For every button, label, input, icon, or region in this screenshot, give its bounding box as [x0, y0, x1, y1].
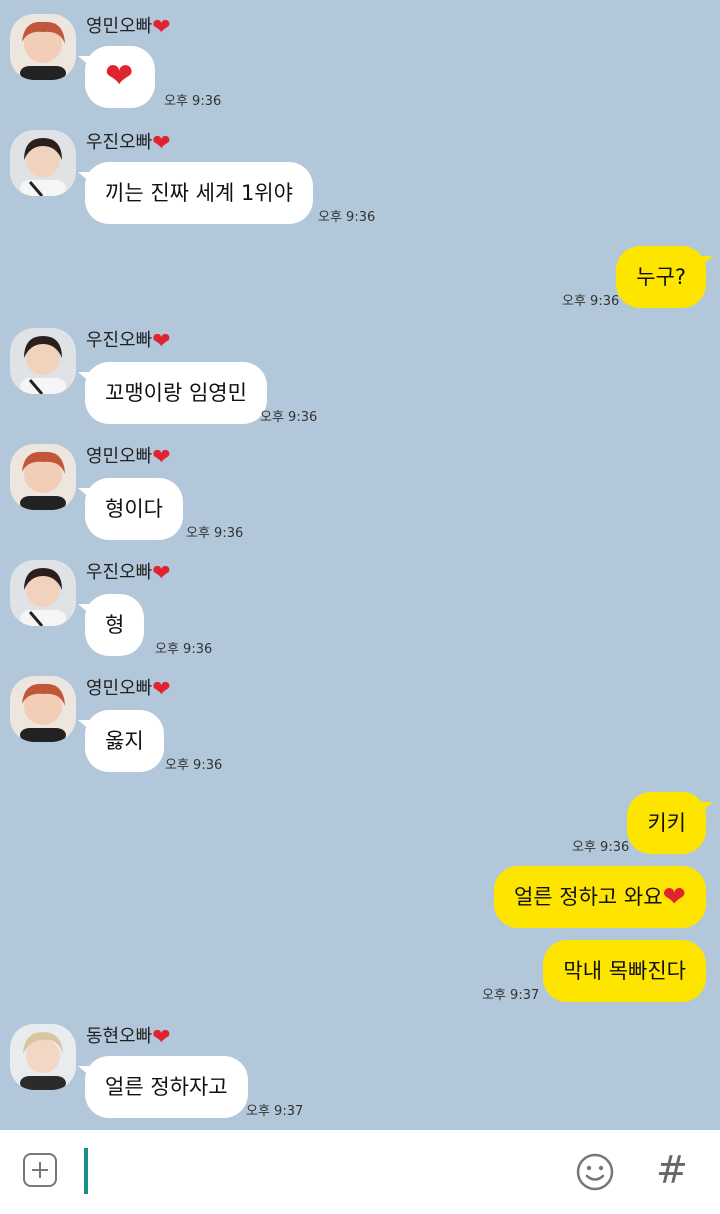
timestamp: 오후 9:36 — [155, 642, 213, 657]
timestamp: 오후 9:36 — [260, 410, 318, 425]
message-bubble[interactable]: ❤ — [78, 46, 155, 108]
heart-icon: ❤ — [152, 445, 171, 470]
timestamp: 오후 9:36 — [164, 94, 222, 109]
hashtag-button[interactable]: # — [656, 1148, 688, 1192]
message-bubble[interactable]: 얼른 정하자고 — [78, 1056, 248, 1118]
heart-icon: ❤ — [152, 131, 171, 156]
plus-square-icon[interactable] — [23, 1153, 57, 1187]
timestamp: 오후 9:37 — [482, 988, 540, 1003]
timestamp: 오후 9:36 — [572, 840, 630, 855]
heart-icon: ❤ — [152, 329, 171, 354]
text-cursor — [84, 1148, 88, 1194]
avatar[interactable] — [10, 130, 76, 196]
sender-name: 동현오빠❤ — [86, 1025, 171, 1050]
sender-name: 영민오빠❤ — [86, 15, 171, 40]
message-bubble[interactable]: 꼬맹이랑 임영민 — [78, 362, 267, 424]
avatar[interactable] — [10, 560, 76, 626]
message-bubble[interactable]: 형 — [77, 594, 145, 656]
message-bubble[interactable]: 누구? — [616, 246, 713, 308]
avatar[interactable] — [10, 676, 76, 742]
smile-icon[interactable] — [575, 1152, 615, 1192]
message-input-bar: # — [0, 1130, 720, 1214]
timestamp: 오후 9:36 — [165, 758, 223, 773]
timestamp: 오후 9:36 — [318, 210, 376, 225]
sender-name: 우진오빠❤ — [86, 131, 171, 156]
message-bubble[interactable]: 얼른 정하고 와요❤ — [493, 866, 706, 928]
message-bubble[interactable]: 옳지 — [78, 710, 164, 772]
heart-icon: ❤ — [105, 56, 134, 96]
sender-name: 영민오빠❤ — [86, 445, 171, 470]
avatar[interactable] — [10, 14, 76, 80]
timestamp: 오후 9:36 — [562, 294, 620, 309]
message-bubble[interactable]: 키키 — [627, 792, 713, 854]
avatar[interactable] — [10, 328, 76, 394]
message-bubble[interactable]: 끼는 진짜 세계 1위야 — [78, 162, 313, 224]
heart-icon: ❤ — [152, 561, 171, 586]
sender-name: 우진오빠❤ — [86, 329, 171, 354]
heart-icon: ❤ — [152, 15, 171, 40]
sender-name: 우진오빠❤ — [86, 561, 171, 586]
heart-icon: ❤ — [152, 677, 171, 702]
message-bubble[interactable]: 막내 목빠진다 — [543, 940, 706, 1002]
heart-icon: ❤ — [152, 1025, 171, 1050]
timestamp: 오후 9:37 — [246, 1104, 304, 1119]
timestamp: 오후 9:36 — [186, 526, 244, 541]
sender-name: 영민오빠❤ — [86, 677, 171, 702]
avatar[interactable] — [10, 444, 76, 510]
message-input[interactable] — [96, 1148, 560, 1196]
avatar[interactable] — [10, 1024, 76, 1090]
message-bubble[interactable]: 형이다 — [78, 478, 183, 540]
heart-icon: ❤ — [662, 880, 686, 913]
